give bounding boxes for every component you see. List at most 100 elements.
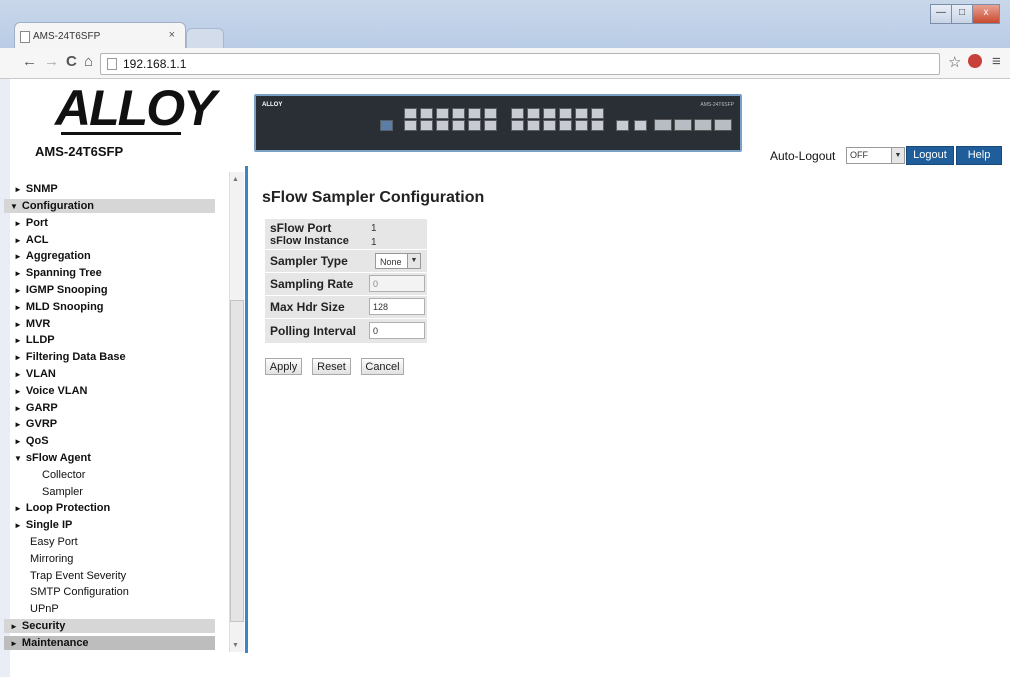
sidebar-item-acl[interactable]: ► ACL — [14, 233, 49, 248]
auto-logout-label: Auto-Logout — [770, 149, 836, 163]
sidebar-item-sampler[interactable]: Sampler — [42, 485, 83, 499]
logout-button[interactable]: Logout — [906, 146, 954, 165]
browser-tab[interactable]: AMS-24T6SFP × — [14, 22, 186, 49]
sidebar-item-label: Security — [21, 620, 66, 632]
back-icon[interactable]: ← — [22, 53, 37, 70]
triangle-right-icon: ► — [14, 252, 22, 261]
menu-icon[interactable]: ≡ — [992, 53, 1001, 70]
new-tab-button[interactable] — [186, 28, 224, 49]
triangle-right-icon: ► — [14, 504, 22, 513]
sidebar-item-trap-event-severity[interactable]: Trap Event Severity — [30, 569, 126, 583]
sampler-type-row: Sampler Type None ▼ — [265, 250, 427, 272]
sidebar-item-label: MVR — [25, 318, 51, 330]
star-icon[interactable]: ☆ — [948, 53, 961, 71]
device-brand: ALLOY — [262, 102, 283, 108]
polling-interval-label: Polling Interval — [270, 324, 357, 338]
sidebar-item-label: MLD Snooping — [25, 301, 104, 313]
home-icon[interactable]: ⌂ — [84, 53, 93, 70]
ethernet-port-icon — [575, 108, 588, 119]
sampler-type-label: Sampler Type — [270, 254, 348, 268]
triangle-right-icon: ► — [14, 521, 22, 530]
sidebar-item-mirroring[interactable]: Mirroring — [30, 552, 73, 566]
scroll-down-icon[interactable]: ▼ — [232, 642, 239, 649]
sidebar-item-snmp[interactable]: ► SNMP — [14, 182, 58, 197]
sidebar-item-label: Configuration — [21, 200, 95, 212]
triangle-right-icon: ► — [14, 303, 22, 312]
sidebar-item-gvrp[interactable]: ► GVRP — [14, 417, 57, 432]
triangle-right-icon: ► — [14, 236, 22, 245]
max-hdr-size-label: Max Hdr Size — [270, 300, 345, 314]
sidebar-item-sflow-agent[interactable]: ▼ sFlow Agent — [14, 451, 91, 466]
sidebar-item-smtp-configuration[interactable]: SMTP Configuration — [30, 585, 129, 599]
polling-interval-input[interactable]: 0 — [369, 322, 425, 339]
logo-text: ALLOY — [55, 80, 216, 136]
window-controls: — □ x — [930, 4, 1000, 24]
sidebar-item-label: Filtering Data Base — [25, 351, 126, 363]
apply-button[interactable]: Apply — [265, 358, 302, 375]
sampler-type-select[interactable]: None ▼ — [375, 253, 421, 269]
auto-logout-select[interactable]: OFF ▼ — [846, 147, 905, 164]
ethernet-port-icon — [452, 108, 465, 119]
combo-port-icon — [634, 120, 647, 131]
triangle-right-icon: ► — [14, 336, 22, 345]
forward-icon[interactable]: → — [44, 53, 59, 70]
sidebar-item-label: Sampler — [42, 486, 83, 498]
sfp-port-icon — [654, 119, 672, 131]
sidebar-item-aggregation[interactable]: ► Aggregation — [14, 249, 91, 264]
sidebar-item-port[interactable]: ► Port — [14, 216, 48, 231]
sidebar-item-filtering-data-base[interactable]: ► Filtering Data Base — [14, 350, 126, 365]
sidebar-item-lldp[interactable]: ► LLDP — [14, 333, 55, 348]
sidebar-item-label: VLAN — [25, 368, 56, 380]
sidebar-item-security[interactable]: ► Security — [4, 619, 215, 633]
sampling-rate-row: Sampling Rate 0 — [265, 273, 427, 295]
sidebar-item-label: sFlow Agent — [25, 452, 91, 464]
sidebar-item-vlan[interactable]: ► VLAN — [14, 367, 56, 382]
max-hdr-size-input[interactable]: 128 — [369, 298, 425, 315]
ethernet-port-icon — [436, 108, 449, 119]
close-window-icon[interactable]: x — [972, 4, 1000, 24]
sampling-rate-input[interactable]: 0 — [369, 275, 425, 292]
sidebar-item-label: Trap Event Severity — [30, 570, 127, 582]
sampler-type-value: None — [380, 257, 402, 267]
sidebar-item-spanning-tree[interactable]: ► Spanning Tree — [14, 266, 102, 281]
sidebar-item-upnp[interactable]: UPnP — [30, 602, 59, 616]
triangle-right-icon: ► — [14, 420, 22, 429]
sidebar-item-mld-snooping[interactable]: ► MLD Snooping — [14, 300, 104, 315]
sidebar-item-label: Voice VLAN — [25, 385, 88, 397]
sidebar-item-mvr[interactable]: ► MVR — [14, 317, 50, 332]
sidebar-item-label: QoS — [25, 435, 49, 447]
minimize-icon[interactable]: — — [930, 4, 952, 24]
sidebar-item-igmp-snooping[interactable]: ► IGMP Snooping — [14, 283, 108, 298]
extension-icon[interactable] — [968, 54, 982, 68]
reset-button[interactable]: Reset — [312, 358, 351, 375]
ethernet-port-icon — [591, 108, 604, 119]
scroll-up-icon[interactable]: ▲ — [232, 176, 239, 183]
sidebar-item-loop-protection[interactable]: ► Loop Protection — [14, 501, 110, 516]
sidebar-item-configuration[interactable]: ▼ Configuration — [4, 199, 215, 213]
sidebar-item-maintenance[interactable]: ► Maintenance — [4, 636, 215, 650]
sidebar-scroll-thumb[interactable] — [230, 300, 244, 622]
reload-icon[interactable]: C — [66, 53, 77, 70]
sidebar-item-easy-port[interactable]: Easy Port — [30, 535, 78, 549]
url-text: 192.168.1.1 — [123, 57, 187, 71]
sidebar-item-label: SMTP Configuration — [30, 586, 129, 598]
ethernet-port-icon — [420, 108, 433, 119]
sidebar-item-qos[interactable]: ► QoS — [14, 434, 49, 449]
cancel-button[interactable]: Cancel — [361, 358, 404, 375]
close-tab-icon[interactable]: × — [169, 29, 175, 41]
model-name: AMS-24T6SFP — [35, 144, 124, 159]
sidebar-item-single-ip[interactable]: ► Single IP — [14, 518, 72, 533]
sidebar-item-collector[interactable]: Collector — [42, 468, 85, 482]
triangle-down-icon: ▼ — [14, 454, 22, 463]
sidebar-item-label: Easy Port — [30, 536, 78, 548]
sidebar-item-garp[interactable]: ► GARP — [14, 401, 58, 416]
sidebar-item-label: Maintenance — [21, 637, 89, 649]
triangle-right-icon: ► — [14, 387, 22, 396]
triangle-right-icon: ► — [14, 370, 22, 379]
sidebar-item-voice-vlan[interactable]: ► Voice VLAN — [14, 384, 87, 399]
address-bar[interactable]: 192.168.1.1 — [100, 53, 940, 75]
ethernet-port-icon — [420, 120, 433, 131]
help-button[interactable]: Help — [956, 146, 1002, 165]
sidebar-item-label: Loop Protection — [25, 502, 111, 514]
maximize-icon[interactable]: □ — [951, 4, 973, 24]
